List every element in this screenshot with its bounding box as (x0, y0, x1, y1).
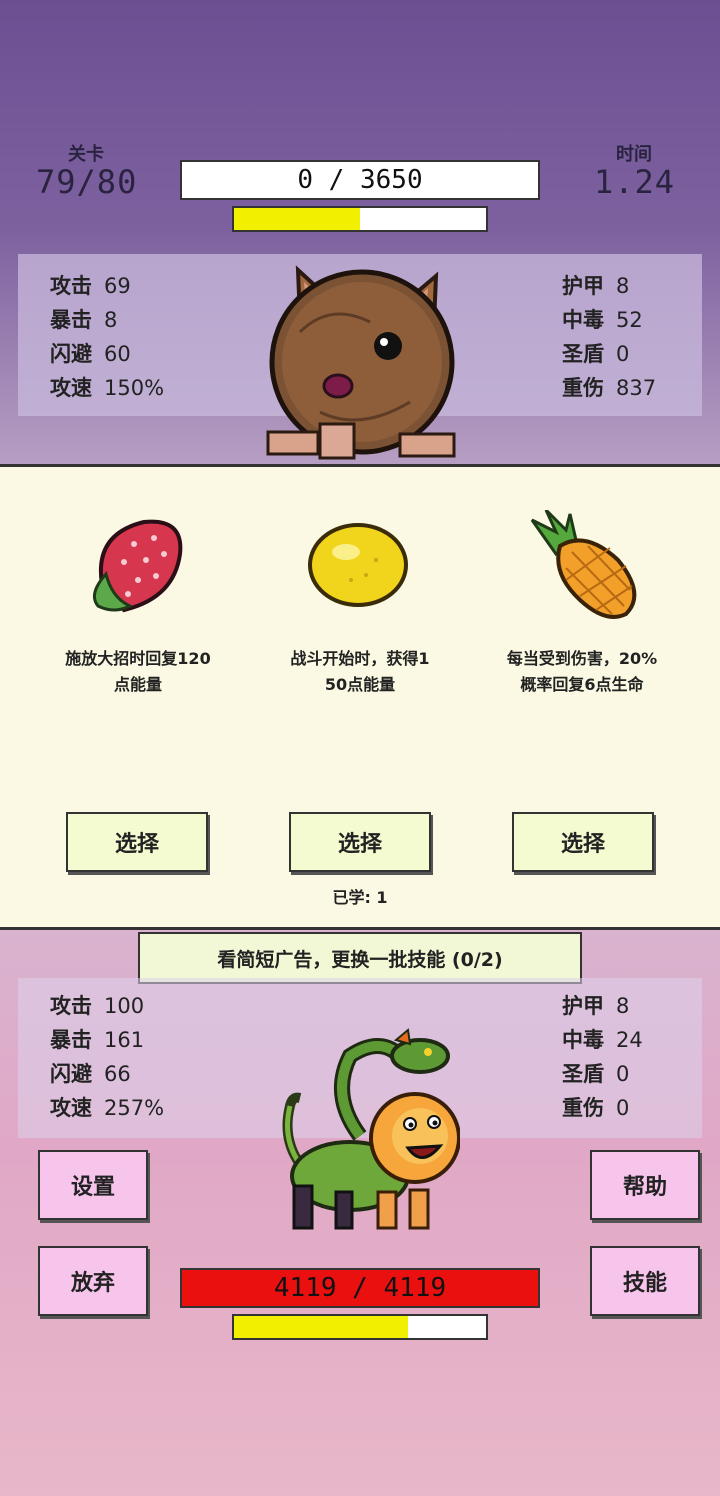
enemy-hp-bar: 0 / 3650 (180, 160, 540, 200)
player-energy-fill (234, 1316, 408, 1338)
player-stat-grievous: 重伤 0 (562, 1096, 630, 1120)
player-stat-poison: 中毒 24 (562, 1028, 643, 1052)
enemy-stat-holy-shield: 圣盾 0 (562, 342, 630, 366)
skills-button[interactable]: 技能 (590, 1246, 700, 1316)
enemy-stat-crit: 暴击 8 (50, 308, 118, 332)
learned-count: 已学: 1 (332, 888, 388, 907)
player-stat-crit: 暴击 161 (50, 1028, 145, 1052)
enemy-stat-grievous: 重伤 837 (562, 376, 657, 400)
settings-button[interactable]: 设置 (38, 1150, 148, 1220)
skill-2-description: 战斗开始时，获得1 50点能量 (290, 649, 430, 694)
enemy-hp-text: 0 / 3650 (297, 165, 423, 195)
player-stat-attack-speed: 攻速 257% (50, 1096, 165, 1120)
skill-3-description: 每当受到伤害，20% 概率回复6点生命 (506, 649, 658, 694)
player-stats-left: 攻击 100 暴击 161 闪避 66 攻速 257% (50, 990, 164, 1126)
time-value: 1.24 (594, 163, 676, 201)
select-skill-2-button[interactable]: 选择 (289, 812, 431, 872)
help-button[interactable]: 帮助 (590, 1150, 700, 1220)
give-up-button[interactable]: 放弃 (38, 1246, 148, 1316)
player-stat-armor: 护甲 8 (562, 994, 630, 1018)
enemy-stat-dodge: 闪避 60 (50, 342, 131, 366)
level-value: 79/80 (36, 163, 138, 201)
pineapple-icon (530, 510, 637, 619)
enemy-stat-poison: 中毒 52 (562, 308, 643, 332)
player-stat-holy-shield: 圣盾 0 (562, 1062, 630, 1086)
enemy-stat-armor: 护甲 8 (562, 274, 630, 298)
enemy-rat-sprite (266, 265, 456, 460)
enemy-stats-left: 攻击 69 暴击 8 闪避 60 攻速 150% (50, 270, 164, 406)
select-skill-3-button[interactable]: 选择 (512, 812, 654, 872)
enemy-energy-bar (232, 206, 488, 232)
watch-ad-refresh-button[interactable]: 看简短广告，更换一批技能 (0/2) (138, 932, 582, 984)
player-stats-right: 护甲 8 中毒 24 圣盾 0 重伤 0 (562, 990, 643, 1126)
skill-1-description: 施放大招时回复120 点能量 (65, 649, 211, 694)
strawberry-icon (92, 519, 183, 613)
player-hp-text: 4119 / 4119 (273, 1273, 447, 1303)
enemy-stat-attack-speed: 攻速 150% (50, 376, 165, 400)
player-stat-dodge: 闪避 66 (50, 1062, 131, 1086)
player-hp-bar: 4119 / 4119 (180, 1268, 540, 1308)
enemy-energy-fill (234, 208, 360, 230)
enemy-stat-attack: 攻击 69 (50, 274, 131, 298)
player-stat-attack: 攻击 100 (50, 994, 145, 1018)
player-chimera-sprite (282, 1028, 460, 1230)
player-energy-bar (232, 1314, 488, 1340)
lemon-icon (308, 523, 408, 607)
select-skill-1-button[interactable]: 选择 (66, 812, 208, 872)
enemy-stats-right: 护甲 8 中毒 52 圣盾 0 重伤 837 (562, 270, 656, 406)
